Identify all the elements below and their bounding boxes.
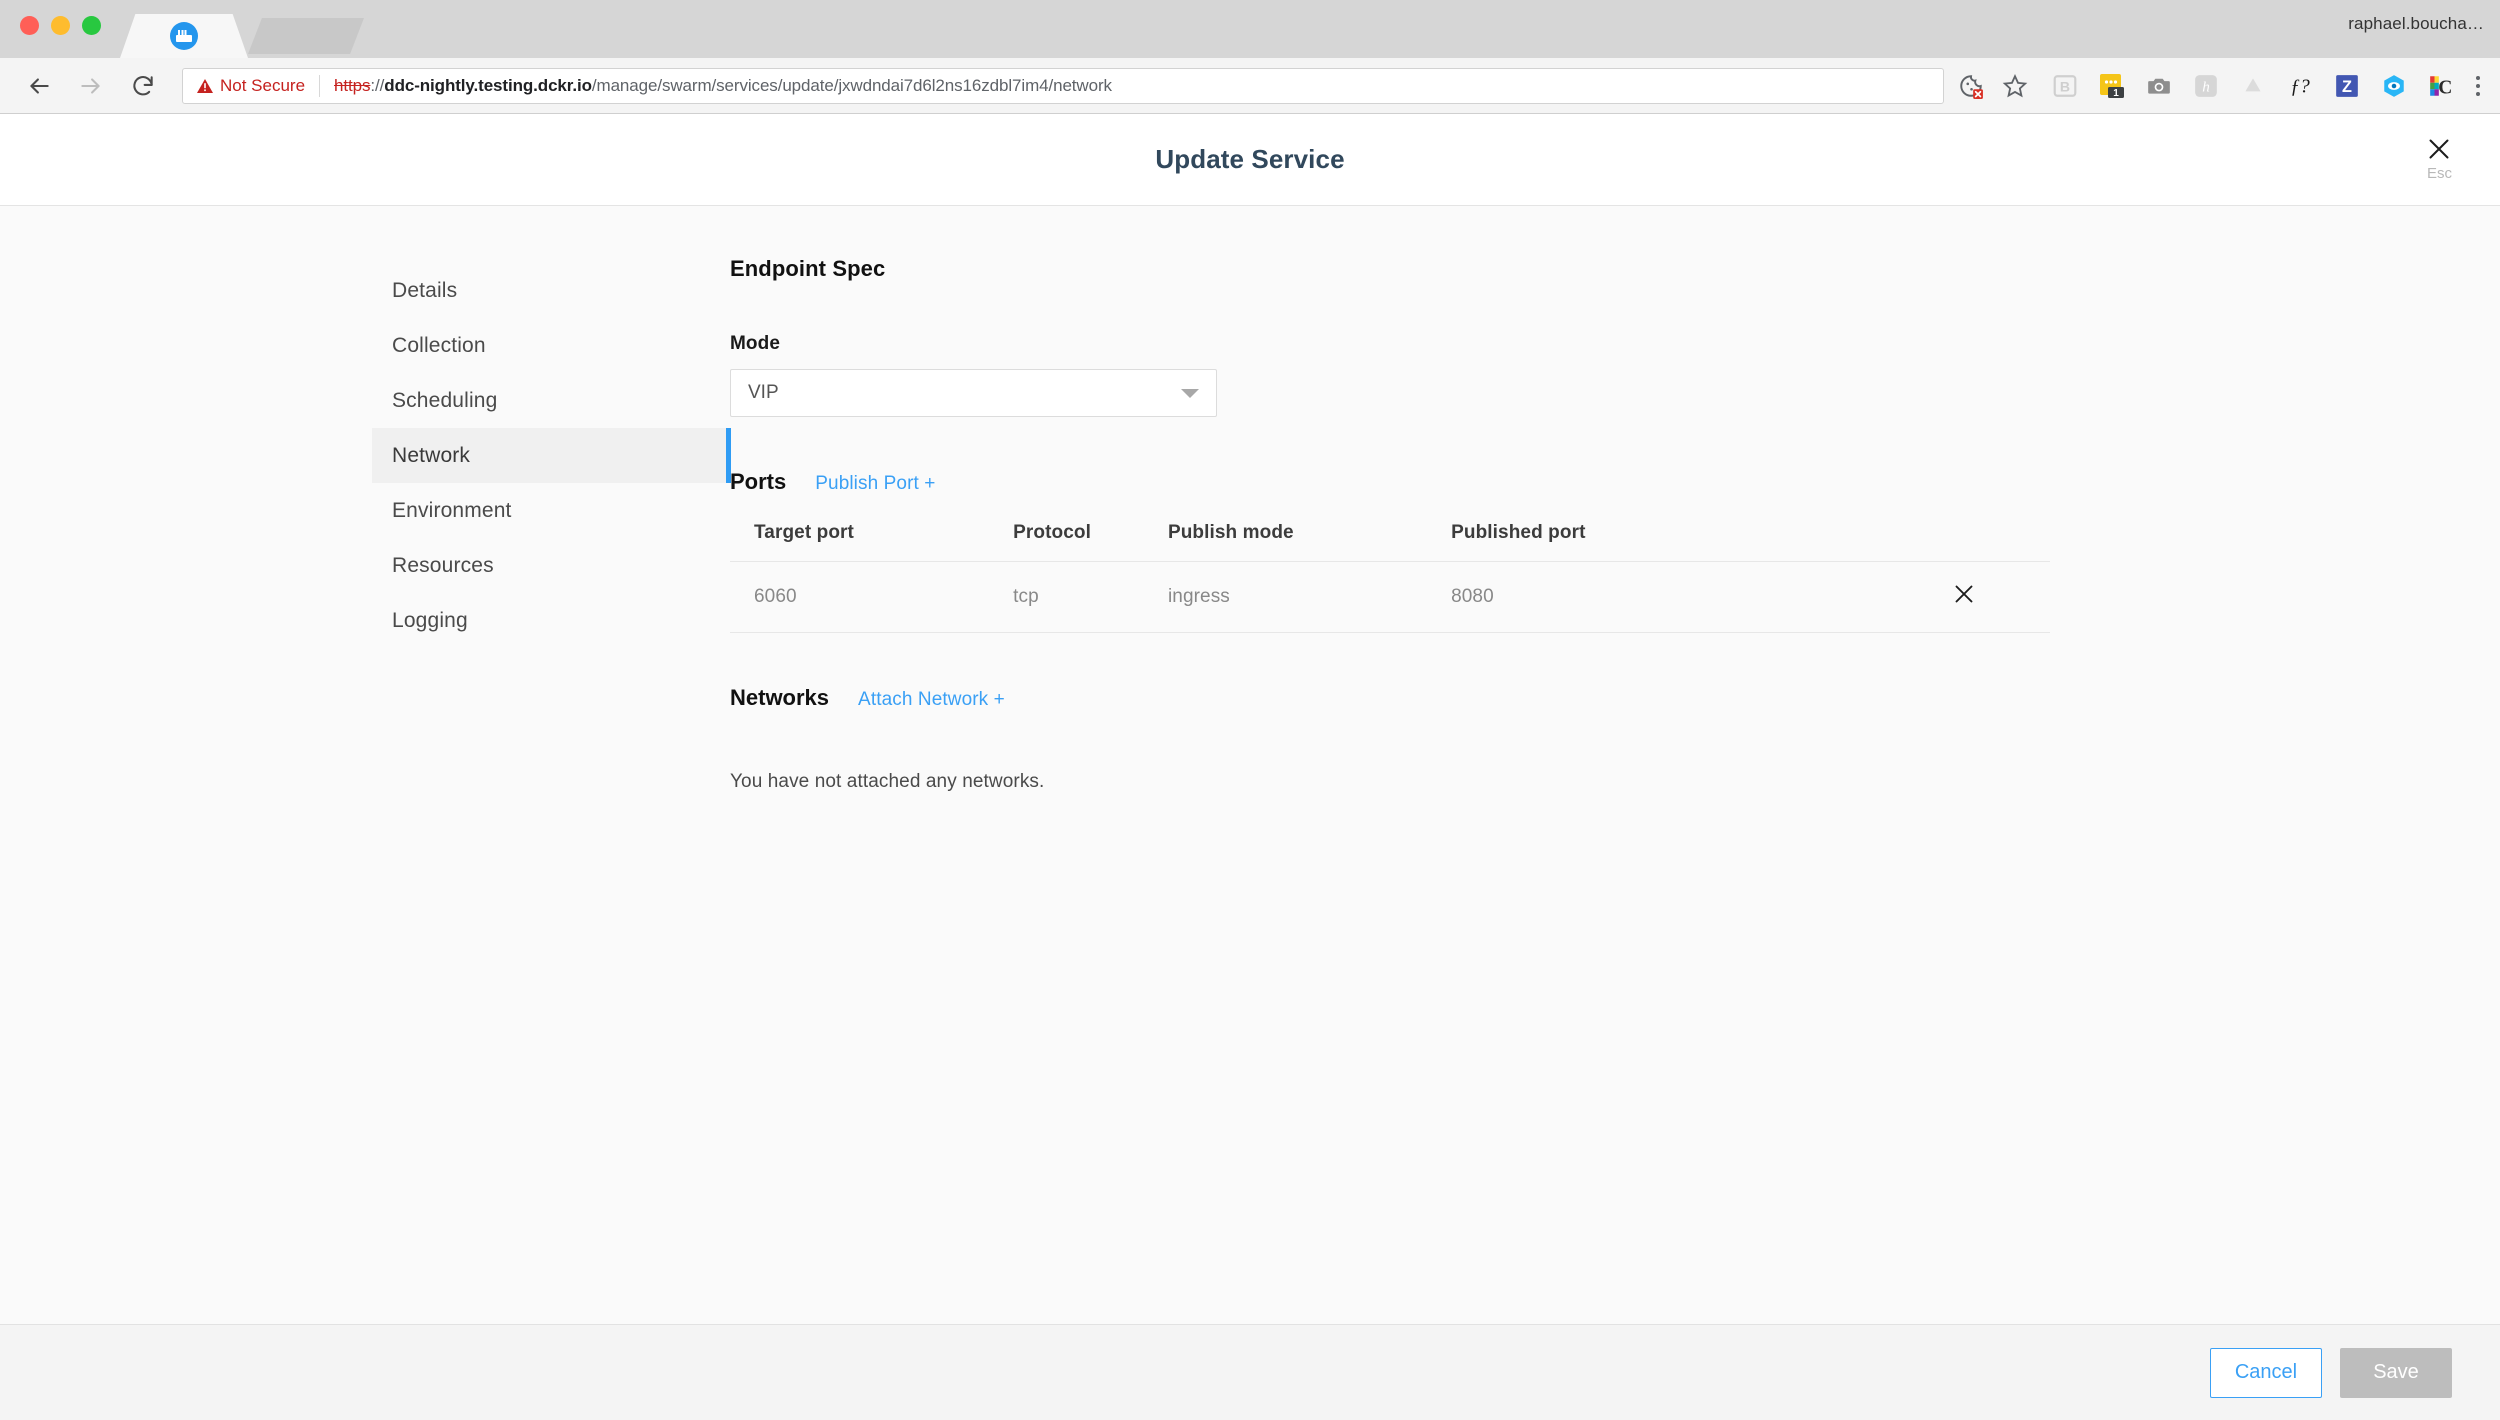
modal-header: Update Service Esc [0,114,2500,206]
cell-target-port: 6060 [730,561,1014,633]
sidebar-item-label: Environment [392,498,512,522]
column-header-protocol: Protocol [1013,522,1168,562]
ports-header: Ports Publish Port + [730,469,2440,495]
svg-text:Z: Z [2342,77,2352,95]
extension-icons: B 1 h ƒ? Z C [2052,73,2454,99]
bookmark-star-icon[interactable] [2002,73,2028,99]
cell-published-port: 8080 [1451,561,1879,633]
kebab-menu-icon[interactable] [2476,75,2484,96]
cancel-button[interactable]: Cancel [2210,1347,2322,1398]
url-path: /manage/swarm/services/update/jxwdndai7d… [591,75,1112,95]
chevron-down-icon [1181,388,1199,398]
networks-heading: Networks [730,685,830,710]
remove-port-button[interactable] [1954,584,1974,604]
sidebar-item-scheduling[interactable]: Scheduling [372,373,730,428]
sidebar-item-resources[interactable]: Resources [372,538,730,593]
sidebar-item-label: Logging [392,608,468,632]
ports-heading: Ports [730,469,787,494]
cell-protocol: tcp [1013,561,1168,633]
docker-icon [170,22,198,50]
publish-port-button[interactable]: Publish Port + [815,473,935,495]
browser-window: raphael.boucha… Not Secure https://ddc-n… [0,0,2500,1420]
navigation-buttons [16,73,156,99]
networks-header: Networks Attach Network + [730,685,2440,711]
endpoint-spec-heading: Endpoint Spec [730,256,886,281]
sidebar-item-label: Resources [392,553,494,577]
svg-text:1: 1 [2113,88,2119,99]
save-button[interactable]: Save [2340,1347,2452,1398]
url-host: ddc-nightly.testing.dckr.io [384,75,592,95]
modal-footer: Cancel Save [0,1324,2500,1420]
sidebar-item-label: Details [392,278,458,302]
not-secure-label: Not Secure [220,75,306,95]
url-scheme: https [334,75,371,95]
omnibox-actions [1958,73,2028,99]
url-separator: :// [370,75,385,95]
svg-text:B: B [2060,78,2070,94]
ports-table: Target port Protocol Publish mode Publis… [730,522,2050,633]
sidebar-item-details[interactable]: Details [372,263,730,318]
f-question-icon[interactable]: ƒ? [2287,73,2313,99]
close-icon [2429,139,2449,158]
cookie-blocked-icon[interactable] [1958,73,1984,99]
ports-table-head: Target port Protocol Publish mode Publis… [730,522,2050,562]
reload-icon[interactable] [130,73,156,99]
column-header-target-port: Target port [730,522,1014,562]
mode-label: Mode [730,333,781,354]
svg-text:h: h [2202,78,2210,95]
sidebar-item-label: Network [392,443,471,467]
google-drive-icon[interactable] [2240,73,2266,99]
close-icon [1955,585,1973,603]
blogger-icon[interactable]: B [2052,73,2078,99]
zotero-icon[interactable]: Z [2334,73,2360,99]
modal-sidebar: Details Collection Scheduling Network En… [0,256,731,1324]
colorzilla-icon[interactable]: C [2428,73,2454,99]
ports-table-body: 6060 tcp ingress 8080 [730,561,2050,633]
not-secure-indicator[interactable]: Not Secure [197,76,305,96]
eye-hex-icon[interactable] [2381,73,2407,99]
cell-publish-mode: ingress [1167,561,1452,633]
sidebar-item-environment[interactable]: Environment [372,483,730,538]
sidebar-item-collection[interactable]: Collection [372,318,730,373]
sidebar-item-label: Collection [392,333,486,357]
modal-body: Details Collection Scheduling Network En… [0,206,2500,1324]
forward-icon[interactable] [78,73,104,99]
profile-user-label: raphael.boucha… [2348,14,2484,33]
table-header-row: Target port Protocol Publish mode Publis… [730,522,2050,562]
tab-strip: raphael.boucha… [0,0,2500,58]
sidebar-item-label: Scheduling [392,388,498,412]
back-icon[interactable] [26,73,52,99]
browser-tab-active[interactable] [120,14,248,58]
url-text: https://ddc-nightly.testing.dckr.io/mana… [334,76,1112,96]
page-container: Update Service Esc Details Collection Sc… [0,114,2500,1420]
mode-select[interactable]: VIP [730,369,1217,417]
address-bar[interactable]: Not Secure https://ddc-nightly.testing.d… [182,67,1944,104]
browser-tab-inactive[interactable] [248,18,364,54]
window-traffic-lights [20,16,101,35]
attach-network-button[interactable]: Attach Network + [858,689,1005,711]
page-title: Update Service [1155,144,1345,174]
maximize-window-button[interactable] [82,16,101,35]
sidebar-item-network[interactable]: Network [372,428,731,483]
svg-text:C: C [2438,77,2452,98]
column-header-publish-mode: Publish mode [1167,522,1452,562]
notes-badge-icon[interactable]: 1 [2099,73,2125,99]
column-header-remove [1878,522,2050,562]
screenshot-camera-icon[interactable] [2146,73,2172,99]
sidebar-item-logging[interactable]: Logging [372,593,730,648]
svg-text:ƒ?: ƒ? [2290,76,2310,97]
esc-label: Esc [2426,164,2452,182]
close-modal-button[interactable]: Esc [2427,138,2452,182]
honey-icon[interactable]: h [2193,73,2219,99]
minimize-window-button[interactable] [51,16,70,35]
omnibox-divider [319,74,321,97]
column-header-published-port: Published port [1451,522,1879,562]
table-row: 6060 tcp ingress 8080 [730,561,2050,633]
browser-toolbar: Not Secure https://ddc-nightly.testing.d… [0,58,2500,114]
warning-triangle-icon [197,78,213,93]
networks-empty-message: You have not attached any networks. [730,771,1045,792]
close-window-button[interactable] [20,16,39,35]
modal-content: Endpoint Spec Mode VIP Ports Publish Por… [730,256,2500,1324]
mode-selected-value: VIP [748,382,779,403]
